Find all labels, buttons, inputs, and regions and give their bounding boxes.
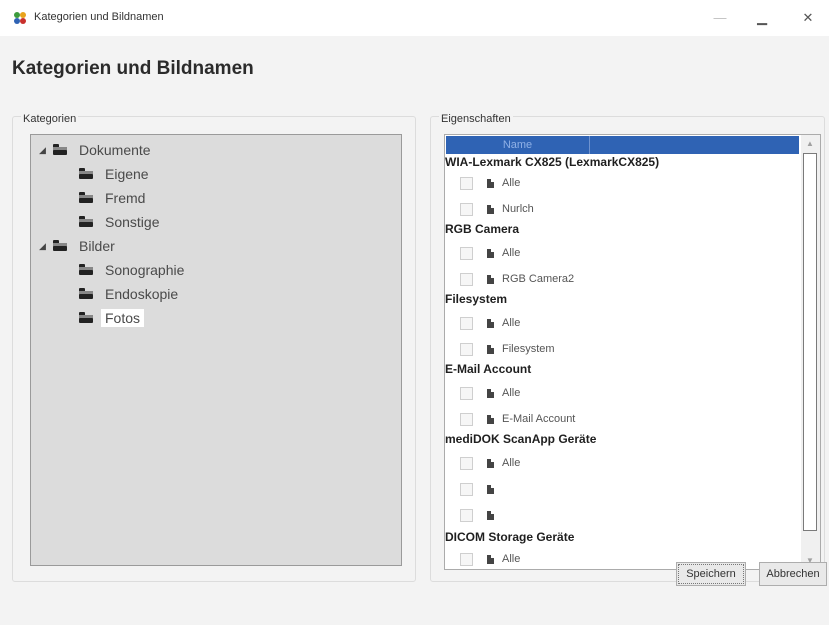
item-label: RGB Camera2 bbox=[502, 273, 575, 285]
tree-node-bilder[interactable]: ◢ Bilder bbox=[39, 235, 115, 257]
list-item[interactable]: Alle bbox=[460, 174, 520, 192]
checkbox[interactable] bbox=[460, 202, 473, 216]
tree-node-label: Eigene bbox=[105, 166, 149, 182]
list-item[interactable] bbox=[460, 480, 502, 498]
list-item[interactable]: Alle bbox=[460, 384, 520, 402]
document-icon bbox=[487, 178, 494, 188]
document-icon bbox=[487, 458, 494, 468]
document-icon bbox=[487, 388, 494, 398]
tree-node-sonstige[interactable]: Sonstige bbox=[79, 211, 159, 233]
tree-node-label: Sonstige bbox=[105, 214, 160, 230]
list-item[interactable]: Alle bbox=[460, 244, 520, 262]
grid-header: Name bbox=[446, 136, 799, 154]
item-label: Alle bbox=[502, 177, 521, 189]
list-item[interactable] bbox=[460, 506, 502, 524]
item-label: Nurlch bbox=[502, 203, 534, 215]
list-item[interactable]: Alle bbox=[460, 314, 520, 332]
vertical-scrollbar[interactable]: ▲ ▼ bbox=[801, 135, 820, 569]
folder-icon bbox=[79, 288, 95, 300]
minimize-button[interactable]: — bbox=[700, 4, 740, 32]
checkbox[interactable] bbox=[460, 456, 473, 470]
checkbox[interactable] bbox=[460, 316, 473, 330]
checkbox[interactable] bbox=[460, 412, 473, 426]
title-bar: Kategorien und Bildnamen — ▁ ✕ bbox=[0, 0, 829, 36]
document-icon bbox=[487, 414, 494, 424]
save-button[interactable]: Speichern bbox=[676, 562, 746, 586]
checkbox[interactable] bbox=[460, 386, 473, 400]
tree-node-endoskopie[interactable]: Endoskopie bbox=[79, 283, 178, 305]
section-title: DICOM Storage Geräte bbox=[445, 530, 575, 544]
item-label: Alle bbox=[502, 387, 521, 399]
folder-icon bbox=[79, 192, 95, 204]
cancel-button[interactable]: Abbrechen bbox=[759, 562, 827, 586]
item-label: E-Mail Account bbox=[502, 413, 576, 425]
checkbox[interactable] bbox=[460, 246, 473, 260]
checkbox[interactable] bbox=[460, 272, 473, 286]
document-icon bbox=[487, 318, 494, 328]
tree-node-fotos[interactable]: Fotos bbox=[79, 307, 145, 329]
categories-tree[interactable]: ◢ Dokumente Eigene Fremd Sonstige ◢ Bild… bbox=[30, 134, 402, 566]
item-label: Alle bbox=[502, 247, 521, 259]
section-title: RGB Camera bbox=[445, 222, 520, 236]
document-icon bbox=[487, 510, 494, 520]
folder-icon bbox=[79, 312, 95, 324]
tree-node-label: Dokumente bbox=[79, 142, 151, 158]
properties-grid: Name WIA-Lexmark CX825 (LexmarkCX825) Al… bbox=[444, 134, 821, 570]
tree-node-label: Fremd bbox=[105, 190, 146, 206]
tree-node-eigene[interactable]: Eigene bbox=[79, 163, 149, 185]
document-icon bbox=[487, 274, 494, 284]
list-item[interactable]: Alle bbox=[460, 550, 520, 568]
item-label: Filesystem bbox=[502, 343, 555, 355]
folder-icon bbox=[79, 168, 95, 180]
tree-node-label: Fotos bbox=[101, 309, 145, 327]
list-item[interactable]: Filesystem bbox=[460, 340, 555, 358]
list-item[interactable]: Nurlch bbox=[460, 200, 534, 218]
folder-icon bbox=[79, 264, 95, 276]
item-label: Alle bbox=[502, 553, 521, 565]
tree-node-dokumente[interactable]: ◢ Dokumente bbox=[39, 139, 151, 161]
expand-arrow-icon[interactable]: ◢ bbox=[39, 145, 53, 156]
section-title: WIA-Lexmark CX825 (LexmarkCX825) bbox=[445, 155, 660, 169]
checkbox[interactable] bbox=[460, 342, 473, 356]
properties-group-label: Eigenschaften bbox=[439, 113, 513, 125]
document-icon bbox=[487, 554, 494, 564]
checkbox[interactable] bbox=[460, 552, 473, 566]
categories-group: Kategorien ◢ Dokumente Eigene Fremd Sons… bbox=[12, 113, 416, 582]
name-column-header[interactable]: Name bbox=[446, 136, 590, 154]
dialog-body: Kategorien und Bildnamen Kategorien ◢ Do… bbox=[0, 36, 829, 625]
window-title: Kategorien und Bildnamen bbox=[34, 11, 164, 23]
checkbox[interactable] bbox=[460, 176, 473, 190]
item-label: Alle bbox=[502, 457, 521, 469]
tree-node-label: Sonographie bbox=[105, 262, 185, 278]
document-icon bbox=[487, 204, 494, 214]
categories-group-label: Kategorien bbox=[21, 113, 79, 125]
expand-arrow-icon[interactable]: ◢ bbox=[39, 241, 53, 252]
scroll-up-arrow-icon[interactable]: ▲ bbox=[806, 139, 814, 148]
checkbox[interactable] bbox=[460, 482, 473, 496]
list-item[interactable]: Alle bbox=[460, 454, 520, 472]
tree-node-label: Endoskopie bbox=[105, 286, 179, 302]
item-label: Alle bbox=[502, 317, 521, 329]
document-icon bbox=[487, 344, 494, 354]
section-title: mediDOK ScanApp Geräte bbox=[445, 432, 597, 446]
folder-icon bbox=[79, 216, 95, 228]
page-title: Kategorien und Bildnamen bbox=[12, 58, 254, 79]
scrollbar-thumb[interactable] bbox=[803, 153, 817, 531]
tree-node-fremd[interactable]: Fremd bbox=[79, 187, 145, 209]
folder-icon bbox=[53, 240, 69, 252]
maximize-button[interactable]: ▁ bbox=[742, 4, 782, 32]
section-title: E-Mail Account bbox=[445, 362, 532, 376]
close-button[interactable]: ✕ bbox=[788, 4, 828, 32]
tree-node-label: Bilder bbox=[79, 238, 115, 254]
tree-node-sonographie[interactable]: Sonographie bbox=[79, 259, 184, 281]
document-icon bbox=[487, 484, 494, 494]
list-item[interactable]: RGB Camera2 bbox=[460, 270, 574, 288]
app-icon bbox=[14, 12, 26, 24]
checkbox[interactable] bbox=[460, 508, 473, 522]
properties-group: Eigenschaften Name WIA-Lexmark CX825 (Le… bbox=[430, 113, 825, 582]
folder-icon bbox=[53, 144, 69, 156]
section-title: Filesystem bbox=[445, 292, 508, 306]
document-icon bbox=[487, 248, 494, 258]
list-item[interactable]: E-Mail Account bbox=[460, 410, 575, 428]
